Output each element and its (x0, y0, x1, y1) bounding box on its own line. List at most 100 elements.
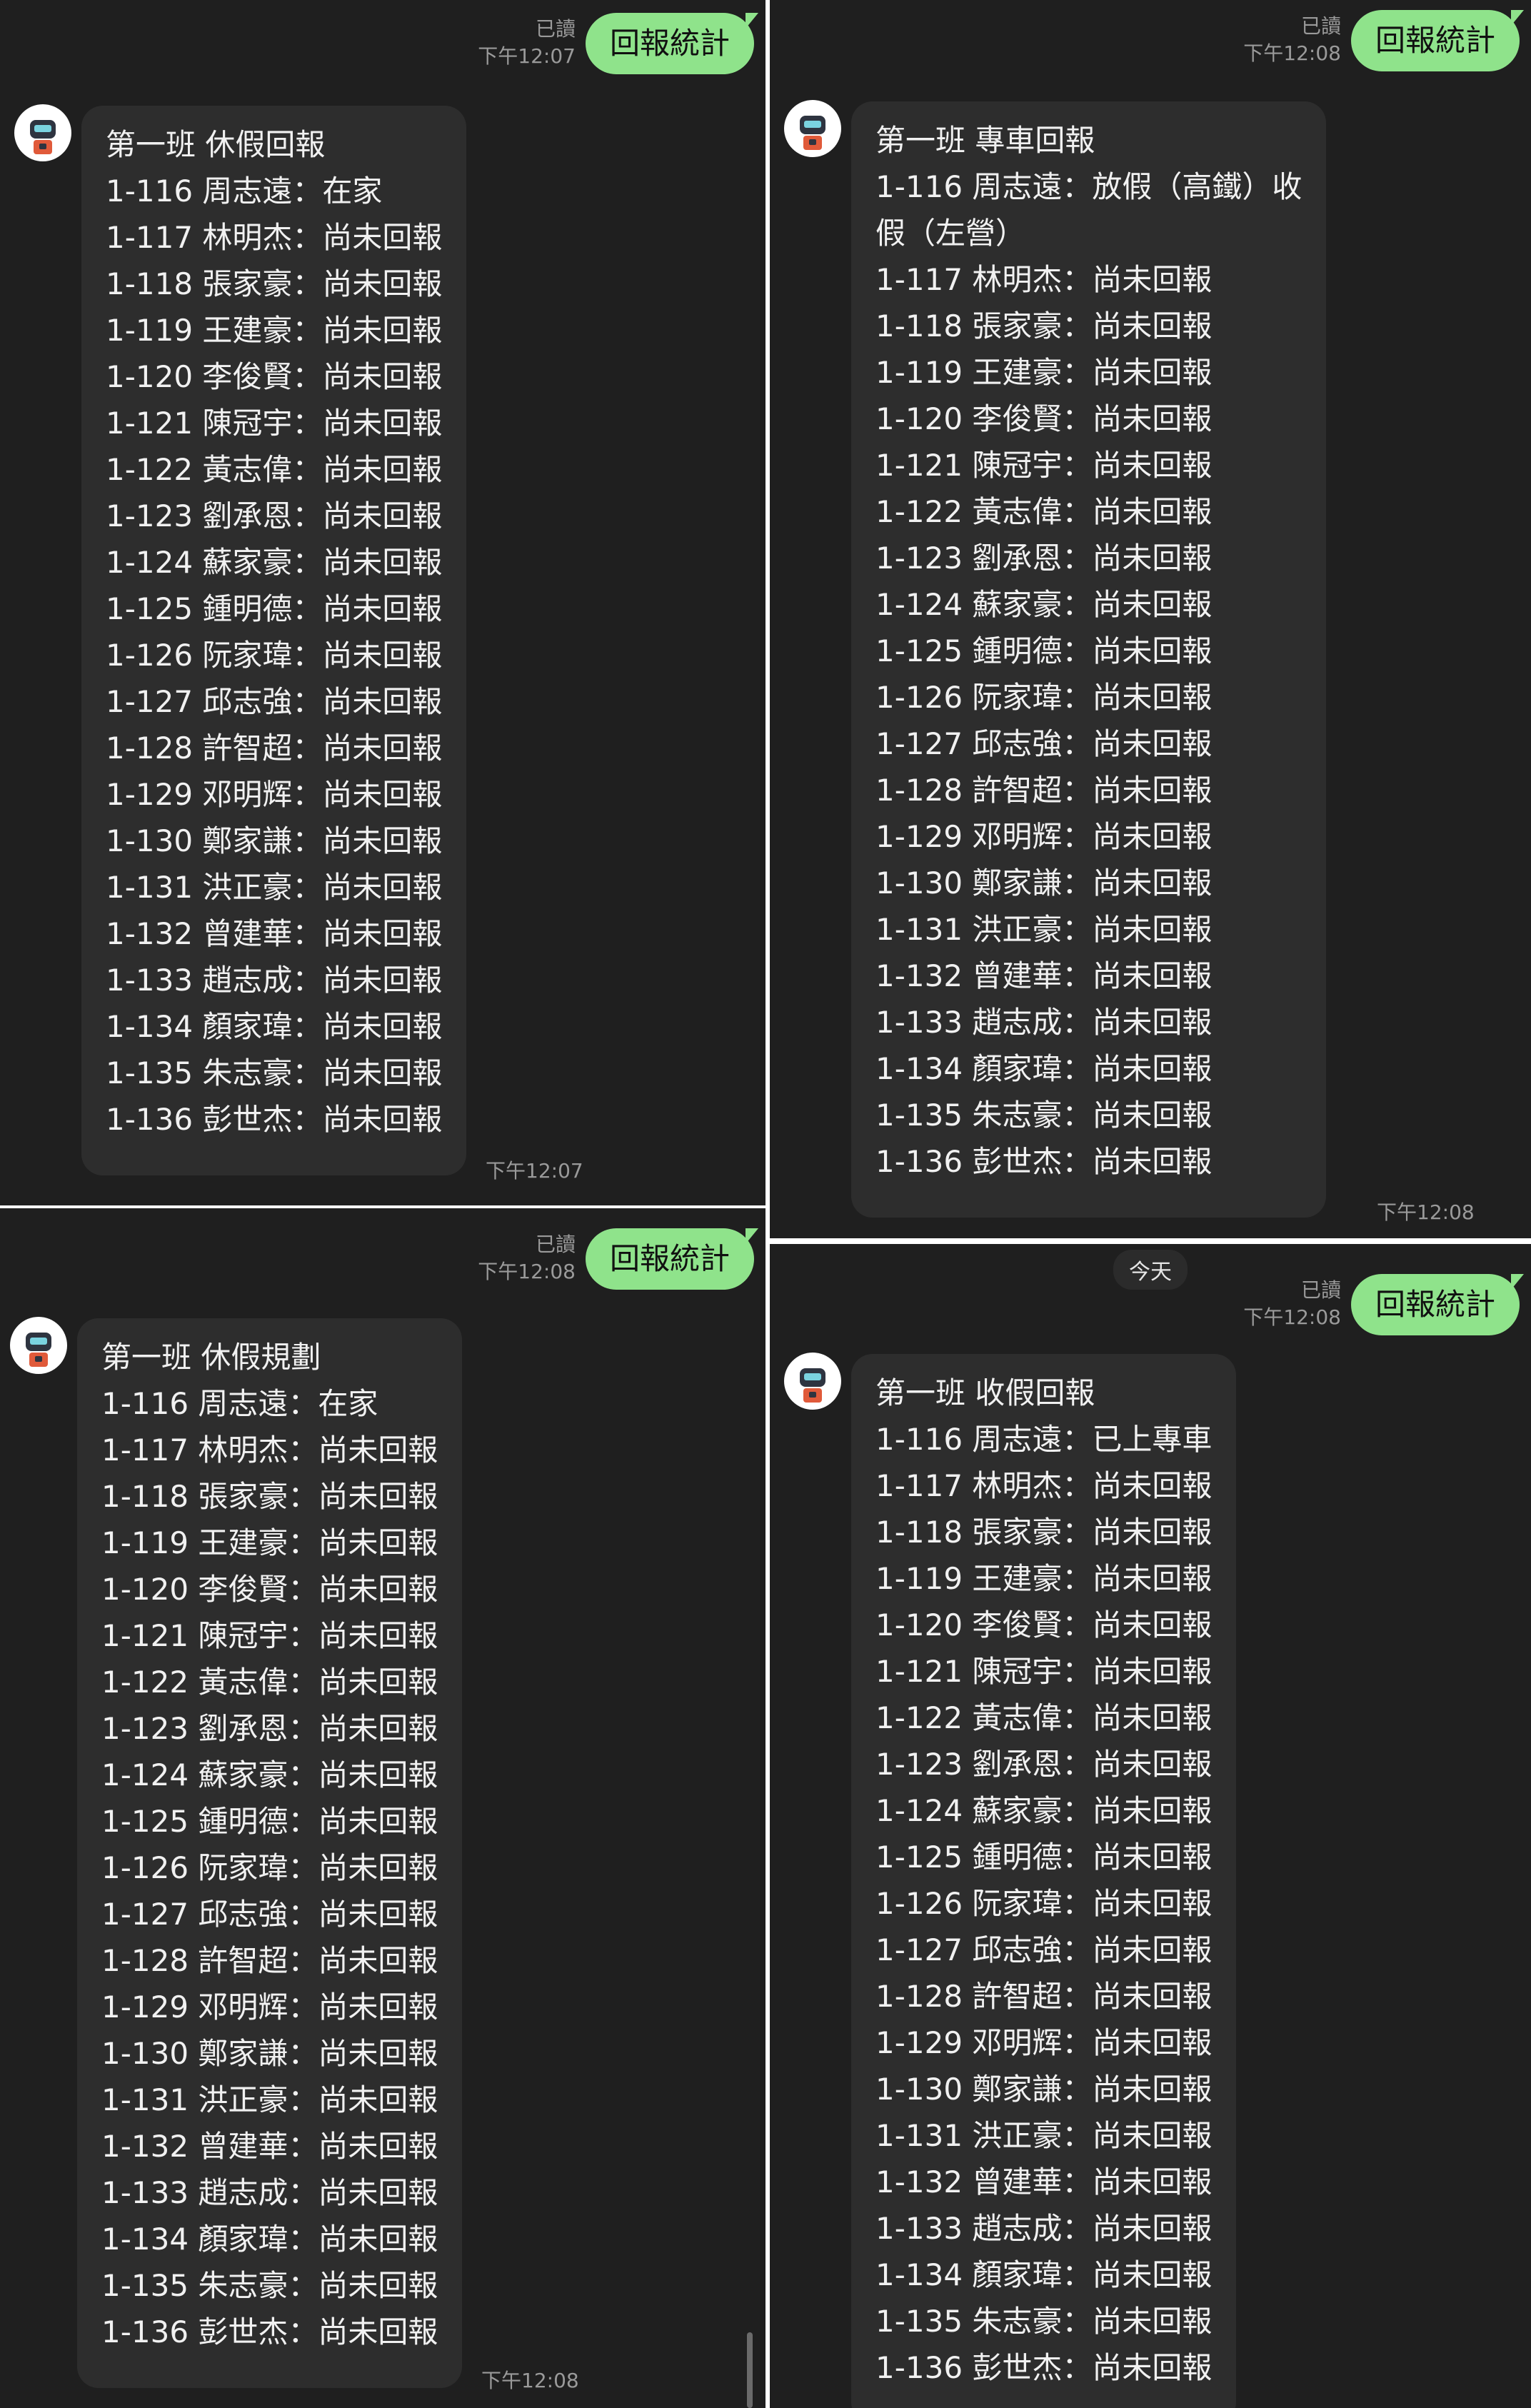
report-line: 1-116 周志遠：已上專車 (875, 1422, 1213, 1457)
report-line: 1-129 邓明辉：尚未回報 (106, 777, 443, 812)
received-time: 下午12:08 (481, 2369, 579, 2392)
report-line: 1-116 周志遠：放假（高鐵）收 (875, 169, 1302, 204)
read-receipt: 已讀 (1300, 1278, 1341, 1302)
report-line: 假（左營） (875, 216, 1026, 251)
scrollbar[interactable] (747, 2332, 753, 2408)
bot-message-bubble[interactable]: 第一班 休假回報 1-116 周志遠：在家 1-117 林明杰：尚未回報 1-118 … (81, 106, 467, 1175)
report-line: 1-136 彭世杰：尚未回報 (106, 1102, 443, 1137)
report-line: 1-127 邱志強：尚未回報 (875, 1932, 1213, 1967)
bot-avatar[interactable] (784, 1353, 841, 1410)
read-receipt: 已讀 (535, 17, 576, 41)
report-line: 1-134 顏家瑋：尚未回報 (101, 2222, 438, 2257)
robot-icon (30, 120, 56, 154)
bot-avatar[interactable] (14, 104, 71, 161)
bot-avatar[interactable] (10, 1317, 67, 1374)
report-line: 1-117 林明杰：尚未回報 (101, 1433, 438, 1468)
report-line: 1-128 許智超：尚未回報 (106, 731, 443, 766)
sent-bubble[interactable]: 回報統計 (585, 1228, 759, 1290)
message-title: 第一班 休假回報 (106, 127, 326, 162)
report-line: 1-128 許智超：尚未回報 (875, 1979, 1213, 2014)
robot-icon (800, 1368, 825, 1403)
report-line: 1-134 顏家瑋：尚未回報 (875, 1051, 1213, 1086)
report-line: 1-131 洪正豪：尚未回報 (101, 2082, 438, 2117)
sent-bubble[interactable]: 回報統計 (1350, 1274, 1525, 1335)
chat-panel-1: 已讀 下午12:07 回報統計 第一班 休假回報 1-116 周志遠：在家 1-11… (0, 0, 766, 1205)
robot-icon (26, 1333, 51, 1367)
sent-time: 下午12:07 (478, 44, 576, 68)
sent-meta: 已讀 下午12:08 (478, 1231, 576, 1285)
robot-icon (800, 116, 825, 150)
report-line: 1-127 邱志強：尚未回報 (875, 726, 1213, 761)
report-line: 1-131 洪正豪：尚未回報 (106, 870, 443, 905)
report-line: 1-124 蘇家豪：尚未回報 (875, 587, 1213, 622)
report-line: 1-118 張家豪：尚未回報 (875, 1515, 1213, 1550)
sent-bubble[interactable]: 回報統計 (585, 13, 759, 74)
report-line: 1-132 曾建華：尚未回報 (875, 958, 1213, 993)
report-line: 1-129 邓明辉：尚未回報 (875, 2025, 1213, 2060)
report-line: 1-120 李俊賢：尚未回報 (875, 1607, 1213, 1642)
message-title: 第一班 收假回報 (875, 1375, 1095, 1410)
bot-message-bubble[interactable]: 第一班 專車回報 1-116 周志遠：放假（高鐵）收 假（左營） 1-117 林明杰：… (851, 101, 1327, 1218)
sent-time: 下午12:08 (1243, 1305, 1341, 1329)
report-line: 1-133 趙志成：尚未回報 (875, 2211, 1213, 2246)
report-line: 1-136 彭世杰：尚未回報 (875, 1144, 1213, 1179)
bot-avatar[interactable] (784, 100, 841, 157)
report-line: 1-125 鍾明德：尚未回報 (106, 591, 443, 626)
report-line: 1-136 彭世杰：尚未回報 (875, 2350, 1213, 2385)
report-line: 1-132 曾建華：尚未回報 (106, 916, 443, 951)
report-line: 1-120 李俊賢：尚未回報 (101, 1572, 438, 1607)
report-line: 1-120 李俊賢：尚未回報 (106, 359, 443, 394)
report-line: 1-119 王建豪：尚未回報 (101, 1525, 438, 1560)
report-line: 1-126 阮家瑋：尚未回報 (875, 1886, 1213, 1921)
report-line: 1-122 黃志偉：尚未回報 (106, 452, 443, 487)
report-line: 1-135 朱志豪：尚未回報 (106, 1055, 443, 1090)
report-line: 1-132 曾建華：尚未回報 (101, 2129, 438, 2164)
report-line: 1-135 朱志豪：尚未回報 (101, 2268, 438, 2303)
message-title: 第一班 休假規劃 (101, 1340, 321, 1375)
report-line: 1-117 林明杰：尚未回報 (875, 1468, 1213, 1503)
report-line: 1-126 阮家瑋：尚未回報 (101, 1850, 438, 1885)
report-line: 1-129 邓明辉：尚未回報 (101, 1990, 438, 2025)
report-line: 1-130 鄭家謙：尚未回報 (875, 2072, 1213, 2107)
report-line: 1-117 林明杰：尚未回報 (106, 220, 443, 255)
received-time: 下午12:07 (486, 1159, 583, 1183)
report-line: 1-119 王建豪：尚未回報 (875, 355, 1213, 390)
report-line: 1-116 周志遠：在家 (106, 174, 383, 209)
report-line: 1-116 周志遠：在家 (101, 1386, 378, 1421)
report-line: 1-120 李俊賢：尚未回報 (875, 401, 1213, 436)
report-line: 1-125 鍾明德：尚未回報 (875, 1840, 1213, 1875)
report-line: 1-123 劉承恩：尚未回報 (875, 1747, 1213, 1782)
date-separator: 今天 (1113, 1250, 1188, 1290)
report-line: 1-128 許智超：尚未回報 (875, 773, 1213, 808)
report-line: 1-121 陳冠宇：尚未回報 (101, 1618, 438, 1653)
sent-message-row: 已讀 下午12:08 回報統計 (1243, 1274, 1525, 1335)
report-line: 1-123 劉承恩：尚未回報 (106, 498, 443, 533)
report-line: 1-124 蘇家豪：尚未回報 (106, 545, 443, 580)
report-line: 1-118 張家豪：尚未回報 (875, 308, 1213, 343)
report-line: 1-122 黃志偉：尚未回報 (875, 494, 1213, 529)
report-line: 1-135 朱志豪：尚未回報 (875, 1098, 1213, 1133)
report-line: 1-121 陳冠宇：尚未回報 (875, 1654, 1213, 1689)
report-line: 1-117 林明杰：尚未回報 (875, 262, 1213, 297)
sent-meta: 已讀 下午12:08 (1243, 1277, 1341, 1331)
report-line: 1-133 趙志成：尚未回報 (106, 963, 443, 998)
report-line: 1-135 朱志豪：尚未回報 (875, 2304, 1213, 2339)
report-line: 1-121 陳冠宇：尚未回報 (875, 448, 1213, 483)
report-line: 1-127 邱志強：尚未回報 (101, 1897, 438, 1932)
report-line: 1-131 洪正豪：尚未回報 (875, 912, 1213, 947)
chat-panel-2: 已讀 下午12:08 回報統計 第一班 專車回報 1-116 周志遠：放假（高鐵）… (770, 0, 1531, 1238)
report-line: 1-119 王建豪：尚未回報 (875, 1561, 1213, 1596)
report-line: 1-130 鄭家謙：尚未回報 (875, 866, 1213, 901)
report-line: 1-130 鄭家謙：尚未回報 (106, 823, 443, 858)
bot-message-bubble[interactable]: 第一班 休假規劃 1-116 周志遠：在家 1-117 林明杰：尚未回報 1-118 … (77, 1318, 463, 2388)
report-line: 1-123 劉承恩：尚未回報 (875, 541, 1213, 576)
report-line: 1-122 黃志偉：尚未回報 (101, 1665, 438, 1700)
report-line: 1-126 阮家瑋：尚未回報 (106, 638, 443, 673)
bot-message-bubble[interactable]: 第一班 收假回報 1-116 周志遠：已上專車 1-117 林明杰：尚未回報 1-11… (851, 1354, 1237, 2408)
message-title: 第一班 專車回報 (875, 123, 1095, 158)
sent-time: 下午12:08 (478, 1260, 576, 1283)
report-line: 1-118 張家豪：尚未回報 (106, 266, 443, 301)
report-line: 1-124 蘇家豪：尚未回報 (101, 1757, 438, 1792)
sent-bubble[interactable]: 回報統計 (1350, 10, 1525, 71)
report-line: 1-133 趙志成：尚未回報 (101, 2175, 438, 2210)
